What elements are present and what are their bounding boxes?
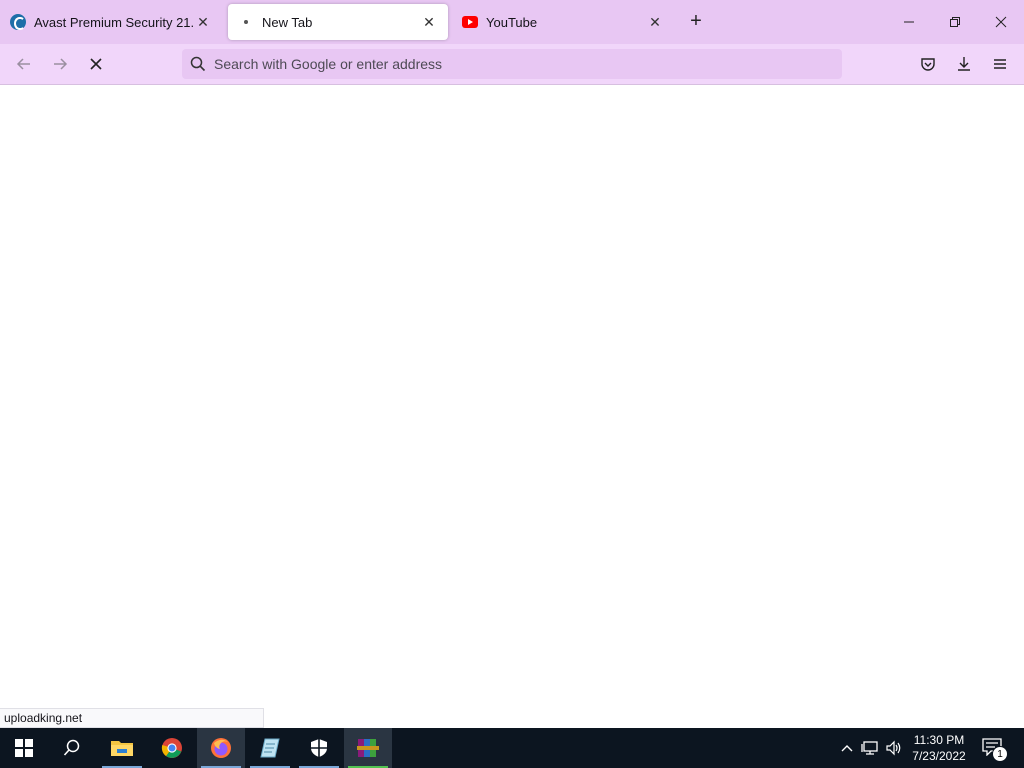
start-button[interactable] bbox=[0, 728, 48, 768]
tab-title: YouTube bbox=[486, 14, 538, 30]
address-bar[interactable] bbox=[182, 49, 842, 79]
url-input[interactable] bbox=[214, 56, 842, 72]
hamburger-icon bbox=[994, 59, 1006, 69]
tab-title: Avast Premium Security 21.11.2 bbox=[34, 14, 194, 30]
tab-new-tab[interactable]: New Tab ✕ bbox=[228, 4, 448, 40]
winrar-icon bbox=[357, 739, 379, 757]
search-taskbar-button[interactable] bbox=[48, 728, 96, 768]
clock[interactable]: 11:30 PM 7/23/2022 bbox=[904, 732, 974, 764]
download-icon bbox=[958, 57, 970, 71]
tab-avast[interactable]: Avast Premium Security 21.11.2 ✕ bbox=[0, 4, 222, 40]
shield-icon bbox=[311, 739, 327, 757]
close-window-button[interactable] bbox=[978, 0, 1024, 44]
firefox-button[interactable] bbox=[197, 728, 245, 768]
windows-security-button[interactable] bbox=[295, 728, 343, 768]
chrome-button[interactable] bbox=[148, 728, 196, 768]
forward-button[interactable] bbox=[46, 50, 74, 78]
tab-bar: Avast Premium Security 21.11.2 ✕ New Tab… bbox=[0, 0, 1024, 44]
search-icon bbox=[190, 56, 206, 72]
nav-toolbar bbox=[0, 44, 1024, 85]
stop-button[interactable] bbox=[82, 50, 110, 78]
close-icon[interactable]: ✕ bbox=[646, 13, 664, 31]
stop-icon bbox=[90, 58, 102, 70]
notification-badge: 1 bbox=[992, 746, 1008, 762]
pocket-button[interactable] bbox=[914, 50, 942, 78]
file-explorer-button[interactable] bbox=[98, 728, 146, 768]
page-content bbox=[0, 85, 1024, 728]
action-center-button[interactable]: 1 bbox=[980, 734, 1008, 762]
close-window-icon bbox=[995, 16, 1007, 28]
close-icon[interactable]: ✕ bbox=[194, 13, 212, 31]
clock-time: 11:30 PM bbox=[913, 733, 965, 747]
notepad-icon bbox=[260, 738, 280, 758]
restore-icon bbox=[950, 17, 960, 27]
minimize-button[interactable] bbox=[886, 0, 932, 44]
notepad-button[interactable] bbox=[246, 728, 294, 768]
close-icon[interactable]: ✕ bbox=[420, 13, 438, 31]
chrome-icon bbox=[161, 738, 182, 758]
chevron-up-icon bbox=[841, 745, 853, 752]
volume-button[interactable] bbox=[882, 728, 906, 768]
search-icon bbox=[63, 739, 80, 756]
arrow-right-icon bbox=[54, 58, 68, 70]
tab-title: New Tab bbox=[262, 14, 313, 30]
downloads-button[interactable] bbox=[950, 50, 978, 78]
winrar-button[interactable] bbox=[344, 728, 392, 768]
youtube-icon bbox=[462, 16, 478, 28]
firefox-icon bbox=[211, 738, 231, 758]
dot-icon bbox=[238, 14, 254, 30]
network-icon bbox=[861, 741, 878, 755]
new-tab-button[interactable]: + bbox=[684, 10, 708, 34]
status-bar: uploadking.net bbox=[0, 708, 264, 728]
tab-youtube[interactable]: YouTube ✕ bbox=[452, 4, 674, 40]
arrow-left-icon bbox=[16, 58, 30, 70]
menu-button[interactable] bbox=[986, 50, 1014, 78]
taskbar: 11:30 PM 7/23/2022 1 bbox=[0, 728, 1024, 768]
pocket-icon bbox=[921, 58, 935, 71]
avast-icon bbox=[10, 14, 26, 30]
network-button[interactable] bbox=[858, 728, 882, 768]
windows-icon bbox=[15, 739, 33, 757]
show-hidden-icons-button[interactable] bbox=[836, 728, 858, 768]
back-button[interactable] bbox=[10, 50, 38, 78]
volume-icon bbox=[886, 740, 901, 756]
clock-date: 7/23/2022 bbox=[912, 749, 966, 763]
restore-button[interactable] bbox=[932, 0, 978, 44]
folder-icon bbox=[111, 741, 133, 756]
minimize-icon bbox=[904, 21, 914, 23]
